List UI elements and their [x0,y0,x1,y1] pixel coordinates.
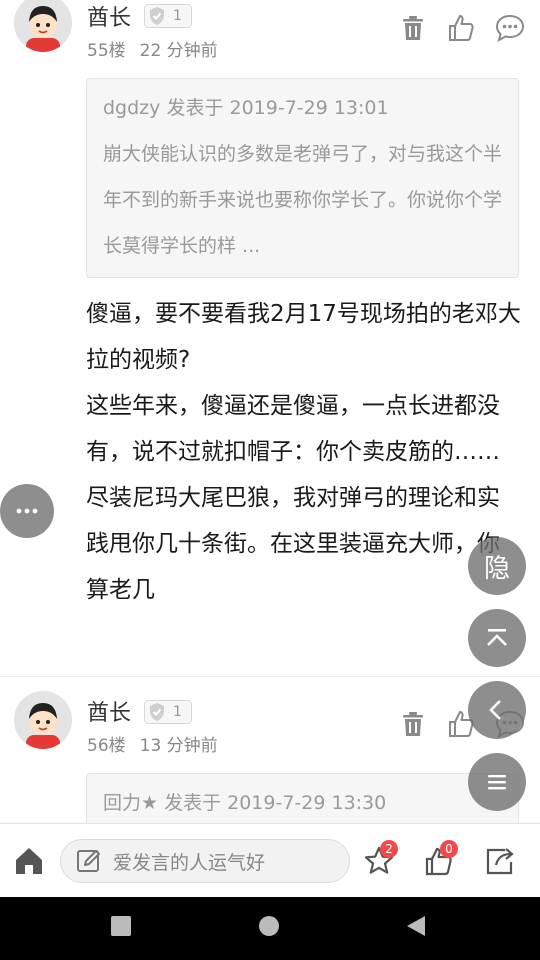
delete-button[interactable] [396,11,430,45]
level-badge: 1 [144,4,192,28]
post-time: 22 分钟前 [139,41,218,61]
quote-text: 崩大侠能认识的多数是老弹弓了，对与我这个半年不到的新手来说也要称你学长了。你说你… [103,143,503,257]
reply-button[interactable] [493,11,527,45]
back-button[interactable] [468,681,526,739]
comment-input[interactable]: 爱发言的人运气好 [60,839,350,883]
floor-number: 56楼 [87,736,126,756]
more-dots-icon [16,508,38,514]
home-circle-icon[interactable] [258,915,280,937]
share-button[interactable] [481,842,519,880]
bottom-action-bar: 爱发言的人运气好 2 0 [0,823,540,897]
quoted-post[interactable]: 回力★ 发表于 2019-7-29 13:30 [86,773,519,823]
avatar-image [14,0,72,52]
chevron-left-icon [489,700,501,720]
level-number: 1 [173,8,182,24]
avatar[interactable] [14,691,72,749]
trash-icon [403,16,423,40]
post-55: 酋长 1 55楼 22 分钟前 dgdzy 发表于 2019-7-29 13:0… [0,0,540,676]
level-number: 1 [173,704,182,720]
shield-check-icon [150,703,164,721]
username[interactable]: 酋长 [87,695,131,727]
trash-icon [403,712,423,736]
post-content: 傻逼，要不要看我2月17号现场拍的老邓大拉的视频? 这些年来，傻逼还是傻逼，一点… [86,291,522,613]
comment-placeholder: 爱发言的人运气好 [113,851,266,874]
quote-header: 回力★ 发表于 2019-7-29 13:30 [103,792,387,814]
hamburger-menu-icon [488,775,506,790]
recent-apps-icon[interactable] [110,915,132,937]
thumbs-up-icon [449,15,474,41]
like-count-badge: 0 [440,840,458,858]
home-icon [16,848,42,874]
post-meta: 56楼 13 分钟前 [87,731,218,756]
avatar[interactable] [14,0,72,52]
edit-icon [77,850,100,872]
scroll-to-top-icon [487,629,507,646]
level-badge: 1 [144,700,192,724]
avatar-image [14,691,72,749]
content-paragraph: 傻逼，要不要看我2月17号现场拍的老邓大拉的视频? [86,301,521,373]
post-meta: 55楼 22 分钟前 [87,36,218,61]
like-button[interactable] [444,11,478,45]
content-paragraph: 尽装尼玛大尾巴狼，我对弹弓的理论和实践甩你几十条街。在这里装逼充大师，你算老几 [86,485,500,603]
shield-check-icon [150,7,164,25]
scroll-to-top-button[interactable] [468,609,526,667]
home-button[interactable] [10,842,48,880]
delete-button[interactable] [396,707,430,741]
comment-bubble-icon [495,14,525,42]
system-navigation-bar [0,897,540,960]
floor-number: 55楼 [87,41,126,61]
hide-label: 隐 [483,553,510,584]
hide-button[interactable]: 隐 [468,537,526,595]
content-paragraph: 这些年来，傻逼还是傻逼，一点长进都没有，说不过就扣帽子：你个卖皮筋的…… [86,393,500,465]
back-triangle-icon[interactable] [405,915,427,937]
menu-button[interactable] [468,753,526,811]
favorite-count-badge: 2 [380,840,398,858]
quoted-post[interactable]: dgdzy 发表于 2019-7-29 13:01 崩大侠能认识的多数是老弹弓了… [86,78,519,278]
post-56: 酋长 1 56楼 13 分钟前 回力★ 发表于 2019-7-29 13:30 [0,677,540,823]
quote-header: dgdzy 发表于 2019-7-29 13:01 [103,97,389,119]
more-options-button[interactable] [0,484,54,538]
share-icon [486,848,514,875]
username[interactable]: 酋长 [87,0,131,32]
post-time: 13 分钟前 [139,736,218,756]
